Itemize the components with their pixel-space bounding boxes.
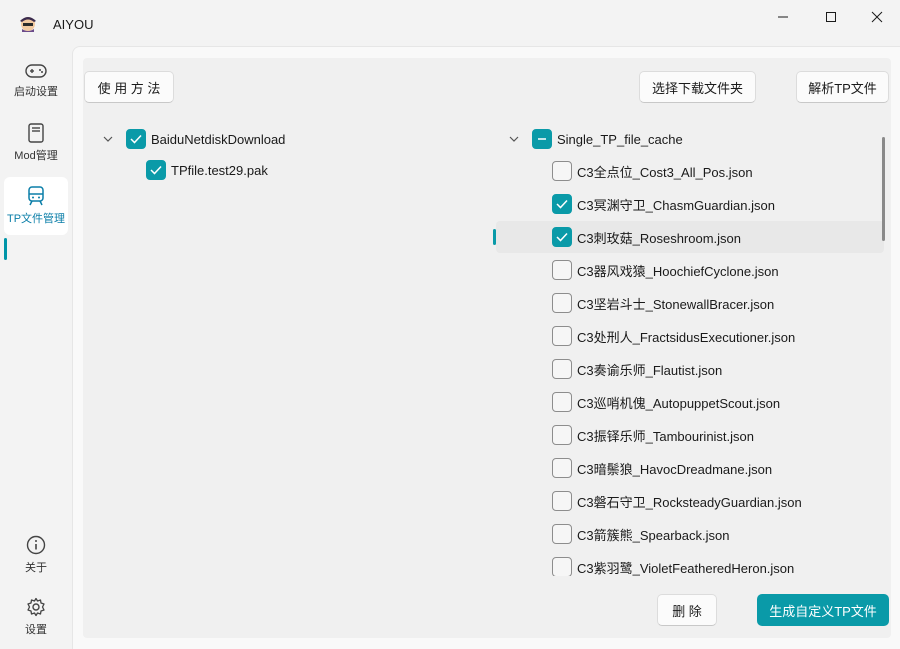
checkbox[interactable] [552, 425, 572, 445]
checkbox[interactable] [552, 194, 572, 214]
checkbox[interactable] [552, 491, 572, 511]
tree-item-label: C3巡哨机傀_AutopuppetScout.json [577, 395, 781, 411]
train-icon [28, 186, 44, 206]
tree-item-label: TPfile.test29.pak [171, 162, 268, 178]
checkbox[interactable] [552, 326, 572, 346]
checkbox[interactable] [552, 227, 572, 247]
check-icon [130, 134, 142, 144]
app-logo-icon [20, 17, 36, 32]
navigation-rail: 启动设置 Mod管理 TP文件管理 关于 设置 [0, 46, 72, 649]
tree-item-label: C3紫羽鹭_VioletFeatheredHeron.json [577, 560, 795, 576]
nav-item-label: TP文件管理 [6, 213, 66, 225]
gamepad-icon [25, 64, 47, 78]
tree-item-label: C3冥渊守卫_ChasmGuardian.json [577, 197, 775, 213]
maximize-icon [826, 12, 836, 22]
tree-item-json-file[interactable]: C3坚岩斗士_StonewallBracer.json [552, 288, 774, 318]
close-icon [871, 11, 883, 23]
app-title: AIYOU [53, 17, 94, 32]
nav-item-about[interactable]: 关于 [4, 526, 68, 584]
usage-button[interactable]: 使 用 方 法 [84, 71, 174, 103]
tree-item-baidu-netdisk-download[interactable]: BaiduNetdiskDownload [126, 124, 285, 154]
checkbox[interactable] [552, 557, 572, 576]
nav-active-indicator [4, 238, 7, 260]
checkbox[interactable] [552, 524, 572, 544]
tree-item-json-file[interactable]: C3箭簇熊_Spearback.json [552, 519, 729, 549]
nav-item-label: 设置 [25, 624, 47, 636]
close-button[interactable] [854, 0, 900, 34]
check-icon [556, 232, 568, 242]
gear-icon [27, 597, 45, 617]
minimize-button[interactable] [760, 0, 806, 34]
tree-item-label: C3箭簇熊_Spearback.json [577, 527, 730, 543]
checkbox[interactable] [146, 160, 166, 180]
title-bar: AIYOU [0, 0, 900, 46]
tree-item-label: C3暗鬃狼_HavocDreadmane.json [577, 461, 773, 477]
nav-item-launch-settings[interactable]: 启动设置 [4, 52, 68, 110]
tree-item-label: C3磐石守卫_RocksteadyGuardian.json [577, 494, 802, 510]
tree-item-json-file[interactable]: C3冥渊守卫_ChasmGuardian.json [552, 189, 775, 219]
tree-item-json-file[interactable]: C3全点位_Cost3_All_Pos.json [552, 156, 753, 186]
tree-item-label: C3奏谕乐师_Flautist.json [577, 362, 723, 378]
tree-item-json-file[interactable]: C3磐石守卫_RocksteadyGuardian.json [552, 486, 802, 516]
maximize-button[interactable] [808, 0, 854, 34]
tree-item-label: C3刺玫菇_Roseshroom.json [577, 230, 742, 246]
checkbox[interactable] [552, 260, 572, 280]
tree-item-json-file[interactable]: C3刺玫菇_Roseshroom.json [552, 222, 741, 252]
nav-item-label: 启动设置 [14, 86, 58, 98]
checkbox[interactable] [126, 129, 146, 149]
nav-item-label: 关于 [25, 562, 47, 574]
tree-item-json-file[interactable]: C3暗鬃狼_HavocDreadmane.json [552, 453, 772, 483]
tree-item-json-file[interactable]: C3振铎乐师_Tambourinist.json [552, 420, 754, 450]
tree-item-label: C3处刑人_FractsidusExecutioner.json [577, 329, 796, 345]
minimize-icon [778, 16, 788, 18]
tree-item-label: C3器风戏猿_HoochiefCyclone.json [577, 263, 779, 279]
check-icon [556, 199, 568, 209]
tree-item-json-file[interactable]: C3紫羽鹭_VioletFeatheredHeron.json [552, 552, 794, 576]
checkbox[interactable] [552, 293, 572, 313]
checkbox[interactable] [552, 458, 572, 478]
info-icon [26, 535, 46, 555]
nav-item-mod-management[interactable]: Mod管理 [4, 114, 68, 172]
tree-item-tpfile-pak[interactable]: TPfile.test29.pak [146, 155, 268, 185]
generate-custom-tp-button[interactable]: 生成自定义TP文件 [757, 594, 889, 626]
checkbox[interactable] [552, 392, 572, 412]
tree-item-json-file[interactable]: C3巡哨机傀_AutopuppetScout.json [552, 387, 780, 417]
cache-file-list[interactable]: C3全点位_Cost3_All_Pos.json C3冥渊守卫_ChasmGuar… [496, 124, 884, 576]
tree-item-label: C3振铎乐师_Tambourinist.json [577, 428, 755, 444]
scrollbar[interactable] [882, 137, 885, 241]
checkbox[interactable] [552, 161, 572, 181]
tree-item-label: C3坚岩斗士_StonewallBracer.json [577, 296, 775, 312]
tree-item-label: BaiduNetdiskDownload [151, 131, 286, 147]
nav-item-settings[interactable]: 设置 [4, 588, 68, 646]
parse-tp-file-button[interactable]: 解析TP文件 [796, 71, 889, 103]
tree-item-json-file[interactable]: C3奏谕乐师_Flautist.json [552, 354, 722, 384]
nav-item-tp-file-management[interactable]: TP文件管理 [4, 177, 68, 235]
nav-item-label: Mod管理 [14, 150, 58, 162]
tree-item-json-file[interactable]: C3处刑人_FractsidusExecutioner.json [552, 321, 795, 351]
check-icon [150, 165, 162, 175]
book-icon [28, 123, 44, 143]
chevron-down-icon[interactable] [102, 133, 114, 145]
tree-item-label: C3全点位_Cost3_All_Pos.json [577, 164, 753, 180]
delete-button[interactable]: 删 除 [657, 594, 717, 626]
select-download-folder-button[interactable]: 选择下载文件夹 [639, 71, 756, 103]
checkbox[interactable] [552, 359, 572, 379]
tree-item-json-file[interactable]: C3器风戏猿_HoochiefCyclone.json [552, 255, 779, 285]
